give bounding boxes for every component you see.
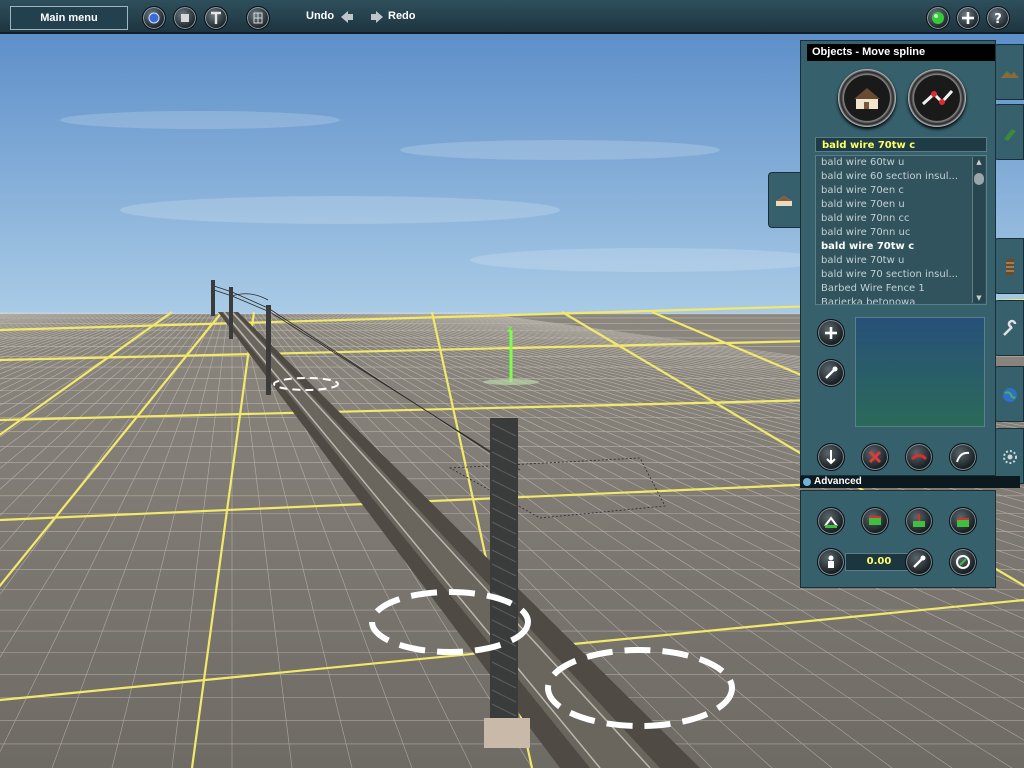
expand-dot-icon — [803, 478, 811, 486]
pick-object-button[interactable] — [817, 359, 845, 387]
delete-icon — [868, 450, 882, 464]
redo-arrow-icon[interactable] — [370, 10, 384, 24]
figure-icon — [828, 555, 834, 568]
object-list[interactable]: bald wire 60tw u bald wire 60 section ins… — [815, 155, 987, 305]
height-value-field[interactable]: 0.00 — [845, 553, 913, 571]
status-light-icon[interactable] — [926, 6, 950, 30]
tab-terrain[interactable] — [994, 44, 1024, 100]
list-item[interactable]: bald wire 70tw c — [816, 240, 971, 254]
move-spline-button[interactable] — [905, 443, 933, 471]
tools-icon[interactable] — [204, 6, 228, 30]
list-item[interactable]: bald wire 70nn uc — [816, 226, 971, 240]
list-item[interactable]: bald wire 70tw u — [816, 254, 971, 268]
track-icon — [1006, 259, 1014, 275]
list-item[interactable]: Barbed Wire Fence 1 — [816, 282, 971, 296]
list-item[interactable]: bald wire 70en u — [816, 198, 971, 212]
raise-spline-button[interactable] — [817, 507, 845, 535]
svg-text:?: ? — [994, 12, 1002, 27]
flatten-spline-button[interactable] — [949, 507, 977, 535]
get-spline-button[interactable] — [949, 443, 977, 471]
advanced-header[interactable]: Advanced — [800, 476, 1020, 488]
gear-icon — [1003, 450, 1017, 464]
list-item[interactable]: Barierka betonowa — [816, 296, 971, 304]
undo-label[interactable]: Undo — [306, 10, 334, 22]
scroll-down-icon[interactable]: ▼ — [974, 294, 984, 302]
help-icon[interactable]: ? — [986, 6, 1010, 30]
delete-spline-button[interactable] — [861, 443, 889, 471]
wrench-icon — [1003, 319, 1017, 336]
advanced-label: Advanced — [814, 476, 862, 487]
scroll-up-icon[interactable]: ▲ — [974, 158, 984, 166]
raise-icon — [824, 516, 838, 528]
spline-mode-dial[interactable] — [908, 69, 966, 127]
auto-height-button[interactable] — [949, 548, 977, 576]
tab-paint[interactable] — [994, 104, 1024, 160]
move-point-button[interactable] — [817, 443, 845, 471]
globe-icon[interactable] — [142, 6, 166, 30]
add-object-button[interactable] — [817, 319, 845, 347]
scroll-thumb[interactable] — [974, 173, 984, 185]
grid-icon[interactable] — [246, 6, 270, 30]
advanced-panel: 0.00 — [800, 490, 996, 588]
stop-icon[interactable] — [173, 6, 197, 30]
curve-icon — [956, 451, 970, 463]
selected-object-name: bald wire 70tw c — [815, 137, 987, 152]
world-icon — [1003, 388, 1017, 402]
move-spline-icon — [910, 454, 928, 461]
object-preview — [855, 317, 985, 427]
height-picker-button[interactable] — [817, 548, 845, 576]
list-scrollbar[interactable]: ▲ ▼ — [972, 157, 985, 303]
list-item[interactable]: bald wire 70 section insul... — [816, 268, 971, 282]
smooth-spline-button[interactable] — [861, 507, 889, 535]
height-spline-button[interactable] — [905, 507, 933, 535]
smooth-icon — [869, 516, 881, 525]
house-icon — [854, 88, 880, 109]
tab-tools[interactable] — [994, 300, 1024, 356]
object-category-dial[interactable] — [838, 69, 896, 127]
list-item[interactable]: bald wire 60tw u — [816, 156, 971, 170]
panel-title: Objects - Move spline — [807, 44, 995, 61]
redo-label[interactable]: Redo — [388, 10, 416, 22]
top-toolbar: Main menu Undo Redo ? — [0, 0, 1024, 34]
terrain-icon — [1001, 71, 1019, 78]
apply-height-button[interactable] — [905, 548, 933, 576]
svg-text:z: z — [507, 324, 512, 335]
list-item[interactable]: bald wire 70en c — [816, 184, 971, 198]
height-icon — [913, 514, 925, 527]
tab-world[interactable] — [994, 366, 1024, 422]
move-point-icon — [826, 450, 836, 465]
dropper-icon — [825, 366, 838, 379]
list-item[interactable]: bald wire 60 section insul... — [816, 170, 971, 184]
spline-icon — [921, 89, 954, 106]
flatten-icon — [957, 518, 969, 527]
undo-arrow-icon[interactable] — [340, 10, 354, 24]
add-icon[interactable] — [956, 6, 980, 30]
house-icon — [776, 196, 792, 206]
list-item[interactable]: bald wire 70nn cc — [816, 212, 971, 226]
tab-objects-active[interactable] — [768, 172, 802, 228]
apply-height-icon — [913, 555, 926, 568]
compass-icon — [956, 555, 970, 569]
paint-icon — [1004, 129, 1016, 141]
objects-panel: Objects - Move spline bald wire 70tw c b… — [800, 40, 996, 476]
tab-track[interactable] — [994, 238, 1024, 294]
main-menu-button[interactable]: Main menu — [10, 6, 128, 30]
